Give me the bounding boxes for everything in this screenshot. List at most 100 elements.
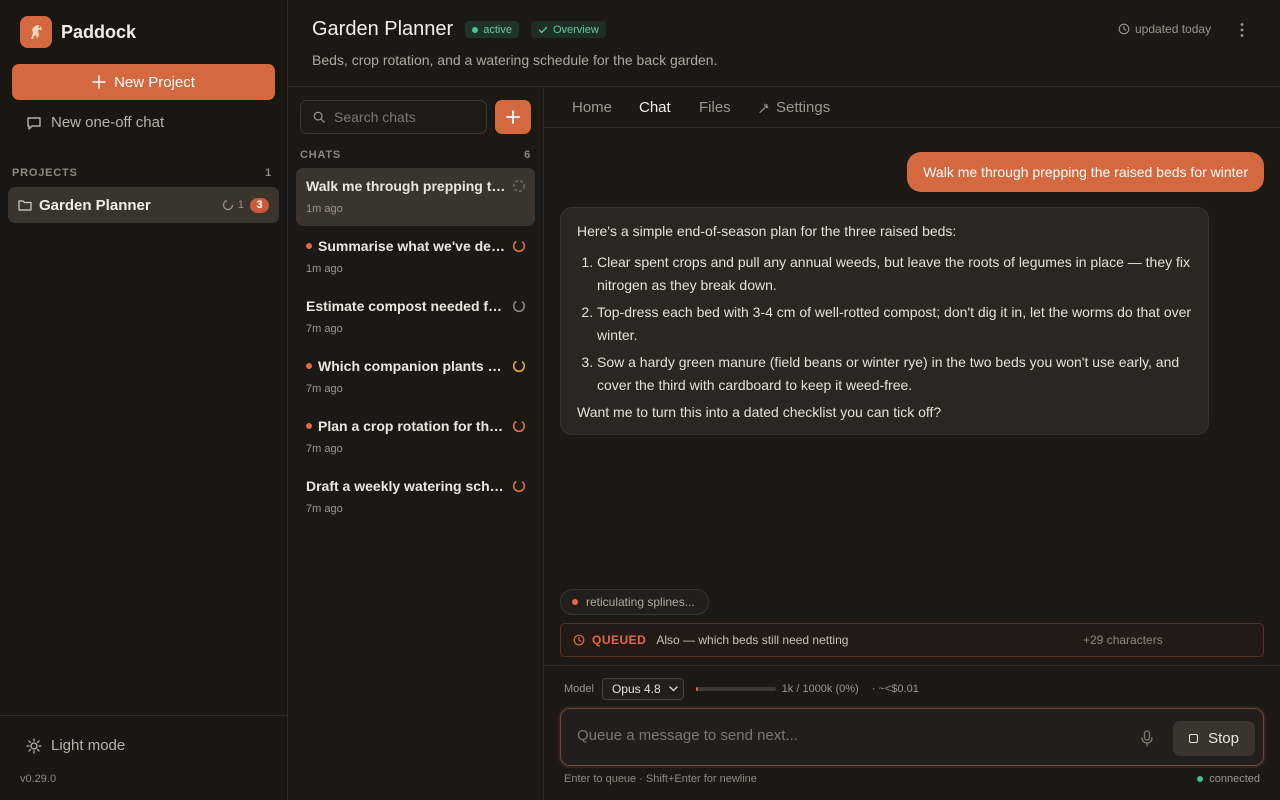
search-icon (313, 111, 325, 123)
search-input[interactable] (334, 109, 474, 125)
more-options-button[interactable] (1234, 21, 1250, 39)
clock-icon (573, 634, 585, 646)
chat-time: 7m ago (306, 383, 343, 395)
chat-title: Which companion plants work together (318, 358, 506, 374)
new-chat-button[interactable] (495, 100, 531, 134)
stop-icon (1189, 734, 1199, 743)
sidebar: Paddock New Project New one-off chat PRO… (0, 0, 288, 800)
context-usage-bar (695, 687, 776, 691)
chat-list-item[interactable]: Which companion plants work together 7m a… (296, 348, 535, 406)
model-select[interactable]: Opus 4.8 (601, 678, 684, 700)
wrench-icon (759, 103, 769, 113)
chat-bubble-icon (27, 116, 41, 130)
composer-hint: Enter to queue · Shift+Enter for newline (564, 773, 757, 785)
tab-home[interactable]: Home (572, 99, 612, 116)
cost-estimate: · ~<$0.01 (871, 683, 919, 695)
chat-title: Summarise what we've decided so far (318, 238, 506, 254)
tab-chat[interactable]: Chat (639, 99, 671, 116)
app-version: v0.29.0 (20, 773, 57, 785)
connection-status: connected (1197, 773, 1260, 785)
chat-list-item[interactable]: Estimate compost needed for the beds 7m a… (296, 288, 535, 346)
project-item-garden-planner[interactable]: Garden Planner 1 3 (8, 187, 279, 223)
folder-icon (18, 200, 32, 211)
spinner-icon (222, 199, 234, 211)
brand[interactable]: Paddock (20, 16, 136, 48)
unread-count-badge: 3 (250, 197, 269, 213)
tab-files[interactable]: Files (699, 99, 731, 116)
status-dot-icon (572, 599, 578, 605)
token-count: 1k / 1000k (0%) (781, 683, 859, 695)
thinking-status: reticulating splines... (560, 589, 709, 615)
kebab-menu-icon (1240, 23, 1244, 37)
chat-time: 7m ago (306, 503, 343, 515)
new-project-button[interactable]: New Project (12, 64, 275, 100)
chat-time: 1m ago (306, 203, 343, 215)
chat-title: Estimate compost needed for the beds (306, 298, 506, 314)
stop-button[interactable]: Stop (1173, 721, 1255, 756)
one-off-label: New one-off chat (51, 114, 165, 131)
plus-icon (92, 75, 106, 89)
projects-count: 1 (265, 167, 272, 179)
chat-list-item[interactable]: Draft a weekly watering schedule 7m ago (296, 468, 535, 526)
chats-count: 6 (524, 149, 531, 161)
chat-time: 7m ago (306, 323, 343, 335)
chevron-down-icon (669, 686, 678, 692)
chat-title: Draft a weekly watering schedule (306, 478, 506, 494)
queued-message[interactable]: QUEUED Also — which beds still need nett… (560, 623, 1264, 657)
check-icon (538, 26, 548, 33)
voice-input-button[interactable] (1140, 730, 1154, 747)
assistant-step: Clear spent crops and pull any annual we… (597, 251, 1192, 297)
new-one-off-chat-button[interactable]: New one-off chat (26, 114, 164, 131)
overview-badge[interactable]: Overview (530, 21, 606, 38)
project-header: Garden Planner active Overview Beds, cro… (288, 0, 1280, 87)
light-mode-label: Light mode (51, 737, 126, 754)
new-project-label: New Project (114, 73, 195, 91)
main-tabs: Home Chat Files Settings (544, 87, 1280, 128)
status-ring-icon (512, 179, 526, 193)
projects-heading: PROJECTS 1 (12, 167, 272, 179)
light-mode-toggle[interactable]: Light mode (26, 737, 125, 754)
model-label: Model (564, 683, 594, 695)
sidebar-divider (0, 715, 287, 716)
status-ring-icon (512, 299, 526, 313)
assistant-intro: Here's a simple end-of-season plan for t… (577, 223, 957, 239)
project-subtitle: Beds, crop rotation, and a watering sche… (312, 52, 718, 68)
status-dot-icon (472, 26, 479, 33)
context-usage-fill (695, 687, 698, 691)
sun-icon (26, 737, 42, 754)
chat-list-item[interactable]: Walk me through prepping the raised beds… (296, 168, 535, 226)
assistant-outro: Want me to turn this into a dated checkl… (577, 404, 942, 420)
plus-icon (506, 110, 520, 124)
microphone-icon (1141, 730, 1153, 747)
app-name: Paddock (61, 21, 137, 42)
status-ring-icon (512, 359, 526, 373)
model-row: Model Opus 4.8 1k / 1000k (0%) · ~<$0.01 (564, 678, 919, 700)
assistant-steps: Clear spent crops and pull any annual we… (597, 251, 1192, 397)
status-ring-icon (512, 479, 526, 493)
user-message: Walk me through prepping the raised beds… (907, 152, 1264, 192)
queued-extra-count: +29 characters (1083, 633, 1163, 647)
clock-icon (1118, 23, 1130, 35)
search-box[interactable] (300, 100, 487, 134)
chat-title: Walk me through prepping the raised beds… (306, 178, 506, 194)
status-ring-icon (512, 239, 526, 253)
chat-list-panel: CHATS 6 Walk me through prepping the rai… (288, 87, 544, 800)
queued-label: QUEUED (592, 633, 647, 647)
chat-title: Plan a crop rotation for the next three … (318, 418, 506, 434)
chat-list-item[interactable]: Plan a crop rotation for the next three … (296, 408, 535, 466)
project-running: 1 (222, 199, 244, 211)
unread-dot-icon (306, 243, 312, 249)
message-input[interactable] (577, 727, 1117, 751)
updated-timestamp: updated today (1118, 22, 1211, 36)
chat-list-item[interactable]: Summarise what we've decided so far 1m ag… (296, 228, 535, 286)
tab-settings[interactable]: Settings (758, 99, 830, 116)
page-title: Garden Planner (312, 18, 454, 40)
unread-dot-icon (306, 423, 312, 429)
status-badge: active (465, 21, 519, 38)
queued-text: Also — which beds still need netting (656, 633, 849, 647)
assistant-step: Sow a hardy green manure (field beans or… (597, 351, 1192, 397)
assistant-step: Top-dress each bed with 3-4 cm of well-r… (597, 301, 1192, 347)
project-name: Garden Planner (39, 196, 151, 214)
connection-dot-icon (1197, 776, 1204, 782)
assistant-message: Here's a simple end-of-season plan for t… (560, 207, 1209, 435)
